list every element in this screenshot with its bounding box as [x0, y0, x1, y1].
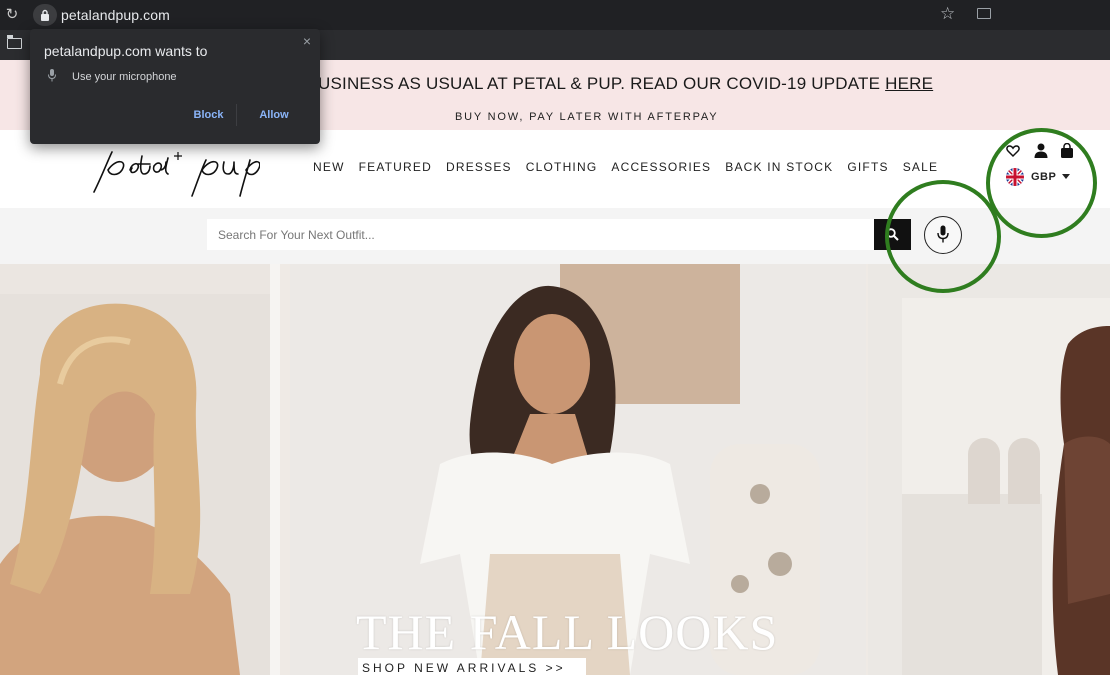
logo[interactable]	[88, 140, 260, 198]
main-nav: NEW FEATURED DRESSES CLOTHING ACCESSORIE…	[313, 160, 938, 174]
nav-back-in-stock[interactable]: BACK IN STOCK	[725, 160, 833, 174]
hero-title: THE FALL LOOKS	[356, 604, 779, 660]
permission-popup: petalandpup.com wants to × Use your micr…	[30, 29, 320, 144]
covid-notice-text: USINESS AS USUAL AT PETAL & PUP. READ OU…	[318, 74, 886, 93]
nav-clothing[interactable]: CLOTHING	[526, 160, 598, 174]
screenshot: ↻ petalandpup.com ☆ USINESS AS USUAL AT …	[0, 0, 1110, 675]
permission-title: petalandpup.com wants to	[44, 43, 208, 59]
nav-gifts[interactable]: GIFTS	[847, 160, 888, 174]
covid-notice: USINESS AS USUAL AT PETAL & PUP. READ OU…	[318, 74, 933, 94]
microphone-icon	[48, 69, 56, 82]
star-icon[interactable]: ☆	[940, 5, 958, 23]
nav-sale[interactable]: SALE	[903, 160, 939, 174]
hero-photo-right	[868, 264, 1110, 675]
shop-new-arrivals-button[interactable]: SHOP NEW ARRIVALS >>	[358, 658, 586, 675]
allow-button[interactable]: Allow	[248, 104, 300, 126]
annotation-circle-microphone	[885, 180, 1001, 293]
close-icon[interactable]: ×	[303, 34, 311, 48]
nav-accessories[interactable]: ACCESSORIES	[611, 160, 711, 174]
hero-photo-left	[0, 264, 280, 675]
permission-request: Use your microphone	[72, 71, 177, 83]
address-bar-url[interactable]: petalandpup.com	[61, 7, 170, 23]
lock-icon[interactable]	[33, 4, 57, 26]
covid-update-link[interactable]: HERE	[885, 74, 933, 93]
nav-featured[interactable]: FEATURED	[359, 160, 432, 174]
block-button[interactable]: Block	[181, 104, 237, 126]
cast-icon[interactable]	[977, 8, 991, 19]
nav-dresses[interactable]: DRESSES	[446, 160, 512, 174]
search-input[interactable]	[207, 219, 874, 250]
afterpay-notice[interactable]: BUY NOW, PAY LATER WITH AFTERPAY	[455, 111, 718, 123]
folder-icon[interactable]	[7, 35, 22, 49]
nav-new[interactable]: NEW	[313, 160, 345, 174]
annotation-circle-account	[986, 128, 1097, 238]
reload-icon[interactable]: ↻	[4, 7, 20, 23]
